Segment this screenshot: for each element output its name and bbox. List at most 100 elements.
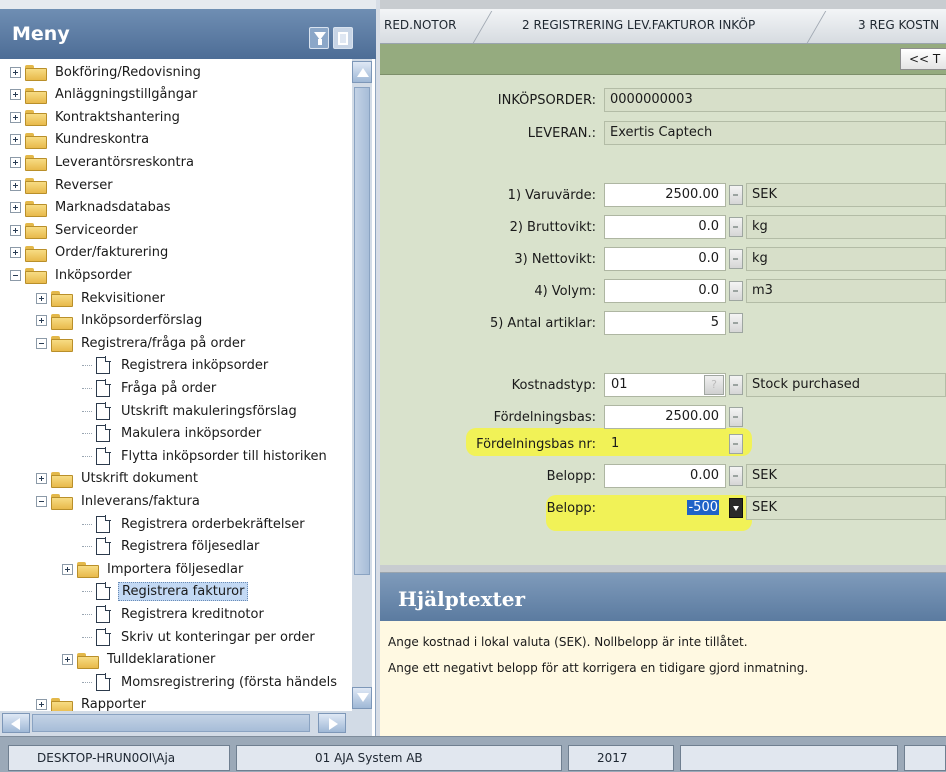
fordelningsbas-spin-icon[interactable] xyxy=(729,407,743,427)
expand-icon[interactable] xyxy=(10,111,21,123)
fordelningsbas-input[interactable]: 2500.00 xyxy=(604,405,726,429)
tree-leaf-item[interactable]: Utskrift makuleringsförslag xyxy=(82,400,300,422)
antal-artiklar-input[interactable]: 5 xyxy=(604,311,726,335)
scroll-up-icon[interactable] xyxy=(352,61,372,83)
tree-folder-item[interactable]: Reverser xyxy=(10,174,116,196)
scroll-down-icon[interactable] xyxy=(352,687,372,709)
tree-folder-item[interactable]: Inköpsorderförslag xyxy=(36,310,205,332)
pane-toggle-icon[interactable] xyxy=(333,27,353,49)
varuvarde-input[interactable]: 2500.00 xyxy=(604,183,726,207)
tree-leaf-item[interactable]: Registrera följesedlar xyxy=(82,536,262,558)
tree-item-label: Serviceorder xyxy=(55,222,138,238)
bruttovikt-input[interactable]: 0.0 xyxy=(604,215,726,239)
tree-item-label: Registrera orderbekräftelser xyxy=(121,516,305,532)
tree-folder-item[interactable]: Kundreskontra xyxy=(10,129,152,151)
tree-folder-item[interactable]: Order/fakturering xyxy=(10,242,171,264)
tree-leaf-item[interactable]: Fråga på order xyxy=(82,377,219,399)
bruttovikt-unit: kg xyxy=(746,215,946,239)
tree-leaf-item[interactable]: Makulera inköpsorder xyxy=(82,423,264,445)
tree-folder-item[interactable]: Leverantörsreskontra xyxy=(10,151,197,173)
collapse-icon[interactable] xyxy=(36,337,47,349)
expand-icon[interactable] xyxy=(36,473,47,485)
tree-leaf-item[interactable]: Momsregistrering (första händels xyxy=(82,671,340,693)
tree-folder-item[interactable]: Inleverans/faktura xyxy=(36,490,203,512)
volym-spin-icon[interactable] xyxy=(729,281,743,301)
fordelningsbas-nr-spin-icon[interactable] xyxy=(729,434,743,454)
expand-icon[interactable] xyxy=(62,563,73,575)
folder-icon xyxy=(24,222,48,240)
expand-icon[interactable] xyxy=(10,179,21,191)
nettovikt-unit: kg xyxy=(746,247,946,271)
tree-folder-item[interactable]: Tulldeklarationer xyxy=(62,649,218,671)
collapse-icon[interactable] xyxy=(36,495,47,507)
nettovikt-spin-icon[interactable] xyxy=(729,249,743,269)
tree-item-label: Flytta inköpsorder till historiken xyxy=(121,448,327,464)
scroll-right-icon[interactable] xyxy=(318,713,346,733)
tree-folder-item[interactable]: Serviceorder xyxy=(10,219,141,241)
tree-leaf-item[interactable]: Registrera fakturor xyxy=(82,581,249,603)
collapse-icon[interactable] xyxy=(10,269,21,281)
expand-icon[interactable] xyxy=(10,247,21,259)
status-host: DESKTOP-HRUN0OI\Aja xyxy=(8,745,230,771)
tab-red-notor[interactable]: RED.NOTOR xyxy=(384,9,457,43)
tree-folder-item[interactable]: Kontraktshantering xyxy=(10,106,183,128)
tree-folder-item[interactable]: Registrera/fråga på order xyxy=(36,332,248,354)
status-empty xyxy=(904,745,946,771)
tree-folder-item[interactable]: Rekvisitioner xyxy=(36,287,168,309)
tree-connector xyxy=(82,433,92,435)
tree-item-label: Order/fakturering xyxy=(55,245,169,261)
tree-folder-item[interactable]: Anläggningstillgångar xyxy=(10,84,200,106)
tree-folder-item[interactable]: Utskrift dokument xyxy=(36,468,201,490)
tree-folder-item[interactable]: Importera följesedlar xyxy=(62,558,246,580)
expand-icon[interactable] xyxy=(10,224,21,236)
expand-icon[interactable] xyxy=(10,202,21,214)
tree-leaf-item[interactable]: Registrera kreditnotor xyxy=(82,603,267,625)
scroll-left-icon[interactable] xyxy=(2,713,30,733)
bruttovikt-spin-icon[interactable] xyxy=(729,217,743,237)
bruttovikt-label: 2) Bruttovikt: xyxy=(509,220,596,235)
kostnadstyp-spin-icon[interactable] xyxy=(729,375,743,395)
nettovikt-input[interactable]: 0.0 xyxy=(604,247,726,271)
tree-leaf-item[interactable]: Registrera inköpsorder xyxy=(82,355,271,377)
tree-folder-item[interactable]: Rapporter xyxy=(36,694,149,711)
tree-folder-item[interactable]: Inköpsorder xyxy=(10,264,135,286)
status-empty xyxy=(680,745,898,771)
expand-icon[interactable] xyxy=(10,89,21,101)
menu-title: Meny xyxy=(12,23,70,45)
belopp-active-input[interactable]: -500 xyxy=(604,496,726,520)
belopp-spin-icon[interactable] xyxy=(729,466,743,486)
fordelningsbas-label: Fördelningsbas: xyxy=(493,410,596,425)
fordelningsbas-nr-input[interactable]: 1 xyxy=(604,432,726,456)
menu-horizontal-scrollbar[interactable] xyxy=(0,711,372,736)
inkopsorder-field: 0000000003 xyxy=(604,88,946,112)
hscroll-thumb[interactable] xyxy=(32,714,310,732)
leveran-label: LEVERAN.: xyxy=(527,126,596,141)
expand-icon[interactable] xyxy=(36,315,47,327)
volym-input[interactable]: 0.0 xyxy=(604,279,726,303)
tree-leaf-item[interactable]: Registrera orderbekräftelser xyxy=(82,513,308,535)
tab-registrering-lev-fakturor[interactable]: 2 REGISTRERING LEV.FAKTUROR INKÖP xyxy=(522,9,755,43)
back-button[interactable]: << T xyxy=(900,48,946,70)
antal-artiklar-spin-icon[interactable] xyxy=(729,313,743,333)
expand-icon[interactable] xyxy=(36,292,47,304)
tree-folder-item[interactable]: Marknadsdatabas xyxy=(10,197,174,219)
menu-vertical-scrollbar[interactable] xyxy=(352,59,372,711)
kostnadstyp-lookup-icon[interactable]: ? xyxy=(704,375,724,395)
scroll-thumb[interactable] xyxy=(354,87,370,575)
expand-icon[interactable] xyxy=(10,156,21,168)
filter-icon[interactable] xyxy=(309,27,329,49)
belopp-dropdown-icon[interactable] xyxy=(729,498,743,518)
document-icon xyxy=(96,424,111,443)
tree-leaf-item[interactable]: Flytta inköpsorder till historiken xyxy=(82,445,330,467)
belopp-input[interactable]: 0.00 xyxy=(604,464,726,488)
tab-reg-kostn[interactable]: 3 REG KOSTN xyxy=(858,9,939,43)
expand-icon[interactable] xyxy=(36,699,47,711)
expand-icon[interactable] xyxy=(62,654,73,666)
tree-leaf-item[interactable]: Skriv ut konteringar per order xyxy=(82,626,318,648)
status-year: 2017 xyxy=(568,745,674,771)
expand-icon[interactable] xyxy=(10,66,21,78)
tree-folder-item[interactable]: Bokföring/Redovisning xyxy=(10,61,204,83)
expand-icon[interactable] xyxy=(10,134,21,146)
leverantor-field: Exertis Captech xyxy=(604,121,946,145)
varuvarde-spin-icon[interactable] xyxy=(729,185,743,205)
